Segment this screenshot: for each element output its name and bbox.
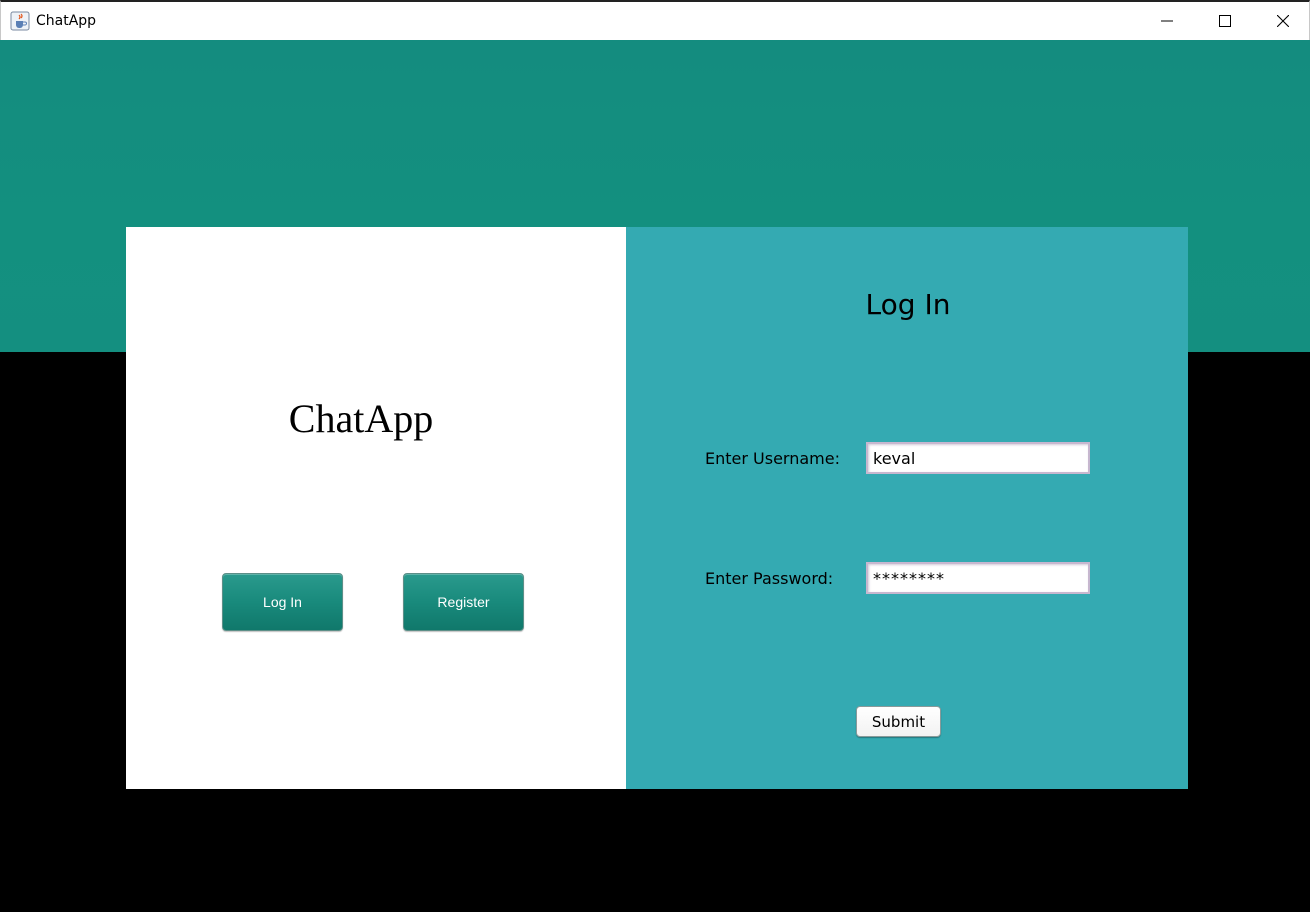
maximize-button[interactable] xyxy=(1196,2,1254,40)
window-titlebar: ChatApp xyxy=(0,0,1310,40)
close-button[interactable] xyxy=(1254,2,1310,40)
minimize-icon xyxy=(1161,20,1173,22)
username-label: Enter Username: xyxy=(705,449,840,468)
username-input[interactable] xyxy=(866,442,1090,474)
password-label: Enter Password: xyxy=(705,569,834,588)
register-nav-button[interactable]: Register xyxy=(403,573,524,631)
form-title: Log In xyxy=(865,288,951,321)
login-nav-button[interactable]: Log In xyxy=(222,573,343,631)
minimize-button[interactable] xyxy=(1138,2,1196,40)
maximize-icon xyxy=(1219,15,1231,27)
submit-button[interactable]: Submit xyxy=(856,706,941,737)
close-icon xyxy=(1277,15,1289,27)
password-input[interactable] xyxy=(866,562,1090,594)
java-cup-icon xyxy=(10,11,30,31)
brand-title: ChatApp xyxy=(288,396,434,441)
login-form-panel: Log In Enter Username: Enter Password: S… xyxy=(626,227,1188,789)
brand-panel: ChatApp Log In Register xyxy=(126,227,626,789)
window-title: ChatApp xyxy=(36,13,97,29)
